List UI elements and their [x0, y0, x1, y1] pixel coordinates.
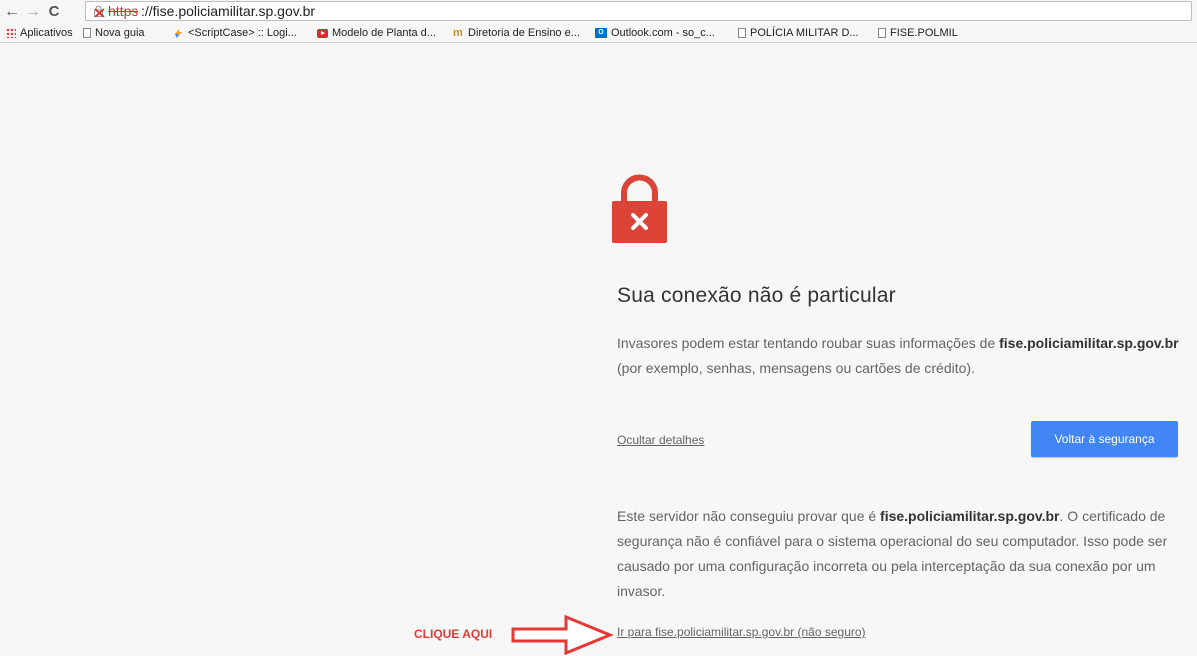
bookmark-modelo-planta[interactable]: Modelo de Planta d... [317, 26, 436, 40]
error-lock-icon [612, 174, 667, 243]
page-title: Sua conexão não é particular [617, 284, 896, 307]
bookmark-label: Diretoria de Ensino e... [468, 27, 580, 39]
bookmarks-bar: Aplicativos Nova guia <ScriptCase> :: Lo… [0, 24, 1197, 43]
hostname: fise.policiamilitar.sp.gov.br [999, 335, 1179, 351]
outlook-icon: O [595, 28, 607, 39]
proceed-unsafe-link[interactable]: Ir para fise.policiamilitar.sp.gov.br (n… [617, 625, 866, 639]
forward-button[interactable]: → [24, 3, 42, 21]
click-here-annotation: CLIQUE AQUI [414, 627, 493, 641]
moodle-icon: m [453, 26, 463, 39]
bookmark-label: Nova guia [95, 27, 145, 39]
page-icon [878, 28, 886, 39]
bookmark-apps[interactable]: Aplicativos [6, 26, 73, 40]
bookmark-label: Aplicativos [20, 27, 73, 39]
bookmark-label: POLÍCIA MILITAR D... [750, 27, 859, 39]
scriptcase-icon [175, 28, 182, 38]
bookmark-label: Outlook.com - so_c... [611, 27, 715, 39]
details-text: Este servidor não conseguiu provar que é [617, 508, 881, 524]
arrow-right-icon [511, 614, 614, 656]
bookmark-outlook[interactable]: O Outlook.com - so_c... [595, 26, 715, 40]
url-host: ://fise.policiamilitar.sp.gov.br [141, 3, 316, 19]
browser-toolbar: ← → C https ://fise.policiamilitar.sp.go… [0, 0, 1197, 24]
address-bar[interactable]: https ://fise.policiamilitar.sp.gov.br [85, 1, 1192, 21]
bookmark-fise-polmil[interactable]: FISE.POLMIL [878, 26, 958, 40]
main-message-text: (por exemplo, senhas, mensagens ou cartõ… [617, 360, 975, 376]
youtube-icon [317, 28, 328, 38]
bookmark-label: Modelo de Planta d... [332, 27, 436, 39]
url-scheme: https [108, 3, 139, 19]
hide-details-link[interactable]: Ocultar detalhes [617, 433, 704, 447]
bookmark-scriptcase[interactable]: <ScriptCase> :: Logi... [173, 26, 297, 40]
bookmark-diretoria-ensino[interactable]: m Diretoria de Ensino e... [453, 26, 580, 40]
back-button[interactable]: ← [3, 3, 21, 21]
bookmark-label: <ScriptCase> :: Logi... [188, 27, 297, 39]
page-icon [738, 28, 746, 39]
apps-icon [6, 28, 16, 39]
main-message-text: Invasores podem estar tentando roubar su… [617, 335, 1000, 351]
bookmark-label: FISE.POLMIL [890, 27, 958, 39]
hostname: fise.policiamilitar.sp.gov.br [880, 508, 1060, 524]
bookmark-nova-guia[interactable]: Nova guia [83, 26, 145, 40]
back-to-safety-button[interactable]: Voltar à segurança [1031, 421, 1178, 457]
details-message: Este servidor não conseguiu provar que é… [617, 504, 1182, 604]
bookmark-policia-militar[interactable]: POLÍCIA MILITAR D... [738, 26, 859, 40]
broken-lock-icon[interactable] [93, 5, 105, 17]
main-message: Invasores podem estar tentando roubar su… [617, 331, 1187, 381]
reload-button[interactable]: C [45, 3, 63, 21]
page-icon [83, 28, 91, 39]
